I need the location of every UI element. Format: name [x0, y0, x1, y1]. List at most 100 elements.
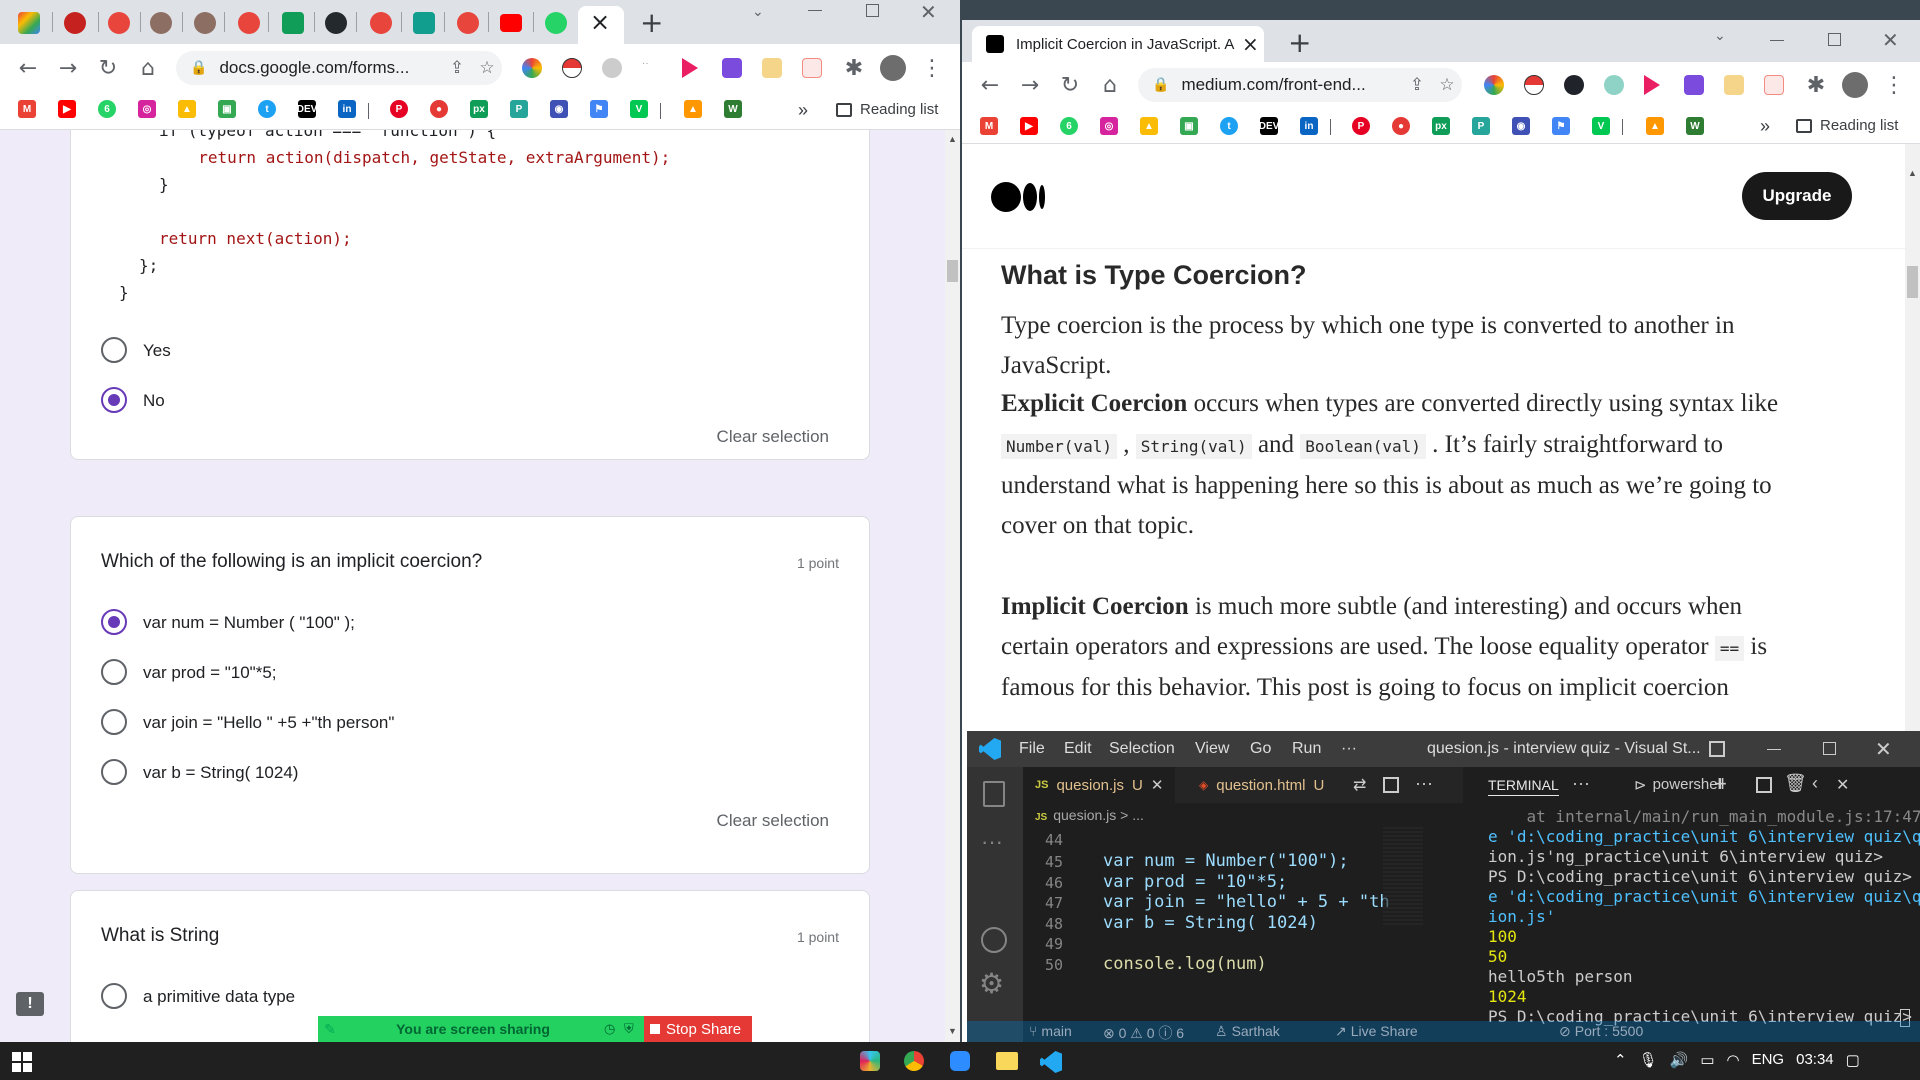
sheets-tab-icon[interactable] — [282, 12, 304, 34]
menu-file[interactable]: File — [1019, 740, 1045, 758]
radio-option[interactable] — [101, 759, 127, 785]
reload-icon[interactable]: ↻ — [1056, 71, 1084, 99]
w-bookmark-icon[interactable]: W — [1686, 117, 1704, 135]
new-terminal-plus-icon[interactable]: + — [1714, 771, 1727, 797]
radio-yes[interactable] — [101, 337, 127, 363]
radio-option[interactable] — [101, 659, 127, 685]
tab-favicon[interactable] — [108, 12, 130, 34]
pma-bookmark-icon[interactable]: ▲ — [1646, 117, 1664, 135]
gear-extension-icon[interactable] — [1604, 75, 1624, 95]
tab-close-icon[interactable]: ✕ — [1151, 776, 1164, 794]
accounts-icon[interactable] — [981, 927, 1007, 953]
editor-area[interactable]: 44 45 46 47 48 49 50 var num = Number("1… — [1023, 827, 1463, 1017]
clear-selection-button[interactable]: Clear selection — [717, 427, 829, 447]
tab-question-html[interactable]: ◈ question.html U — [1187, 767, 1336, 803]
menu-selection[interactable]: Selection — [1109, 740, 1175, 758]
compare-icon[interactable]: ⇄ — [1353, 775, 1366, 795]
tab-favicon[interactable] — [64, 12, 86, 34]
menu-run[interactable]: Run — [1292, 740, 1321, 758]
breadcrumb-text[interactable]: quesion.js > ... — [1053, 807, 1144, 823]
gmail-bookmark-icon[interactable]: M — [980, 117, 998, 135]
px-bookmark-icon[interactable]: px — [1432, 117, 1450, 135]
minimap[interactable] — [1383, 827, 1423, 927]
pinterest-bookmark-icon[interactable]: P — [1352, 117, 1370, 135]
layout-icon[interactable] — [1709, 741, 1725, 757]
bookmark-overflow-chevron[interactable]: » — [1760, 116, 1770, 137]
profile-avatar[interactable] — [1842, 72, 1868, 98]
v-extension-icon[interactable] — [1684, 75, 1704, 95]
status-user[interactable]: ♙ Sarthak — [1215, 1023, 1280, 1040]
dev-bookmark-icon[interactable]: DEV — [297, 100, 317, 118]
split-editor-icon[interactable] — [1383, 777, 1399, 793]
tab-close-icon[interactable]: × — [1242, 32, 1259, 56]
instagram-bookmark-icon[interactable]: ◎ — [138, 100, 156, 118]
new-tab-button[interactable]: + — [640, 6, 663, 39]
scroll-up-arrow[interactable]: ▲ — [1908, 168, 1917, 178]
file-explorer-icon[interactable] — [996, 1052, 1018, 1070]
report-problem-icon[interactable]: ! — [16, 992, 44, 1016]
reading-list-button[interactable]: Reading list — [1796, 117, 1898, 134]
address-bar[interactable]: 🔒 medium.com/front-end... ⇪ ☆ — [1138, 68, 1462, 102]
chart-extension-icon[interactable] — [1724, 75, 1744, 95]
clock-time[interactable]: 03:34 — [1796, 1051, 1834, 1069]
youtube-bookmark-icon[interactable]: ▶ — [58, 100, 76, 118]
chevron-up-icon[interactable]: ⌃ — [1614, 1051, 1627, 1069]
minimize-icon[interactable] — [1770, 40, 1784, 41]
extensions-puzzle-icon[interactable]: ✱ — [840, 54, 868, 82]
tab-favicon[interactable] — [413, 12, 435, 34]
new-tab-button[interactable]: + — [1288, 26, 1311, 59]
scrollbar-thumb[interactable] — [947, 260, 958, 282]
language-indicator[interactable]: ENG — [1752, 1051, 1785, 1069]
status-live-share[interactable]: ↗ Live Share — [1335, 1023, 1418, 1040]
youtube-bookmark-icon[interactable]: ▶ — [1020, 117, 1038, 135]
reload-icon[interactable]: ↻ — [94, 54, 122, 82]
color-extension-icon[interactable] — [1484, 75, 1504, 95]
tab-favicon[interactable] — [194, 12, 216, 34]
gmail-bookmark-icon[interactable]: M — [18, 100, 36, 118]
medium-logo[interactable] — [991, 182, 1047, 212]
color-extension-icon[interactable] — [522, 58, 542, 78]
scroll-down-arrow[interactable]: ▼ — [948, 1026, 957, 1036]
tab-search-chevron-icon[interactable]: ⌄ — [752, 4, 764, 20]
dots-extension-icon[interactable]: ·· — [642, 58, 662, 78]
status-problems[interactable]: ⊗ 0 ⚠ 0 ⓘ 6 — [1103, 1023, 1184, 1042]
url-text[interactable]: docs.google.com/forms... — [219, 58, 442, 78]
instagram-bookmark-icon[interactable]: ◎ — [1100, 117, 1118, 135]
dev-bookmark-icon[interactable]: DEV — [1259, 117, 1279, 135]
play-extension-icon[interactable] — [682, 58, 698, 78]
bot-bookmark-icon[interactable]: ◉ — [550, 100, 568, 118]
w-bookmark-icon[interactable]: W — [724, 100, 742, 118]
reading-list-button[interactable]: Reading list — [836, 101, 938, 118]
forward-arrow-icon[interactable]: → — [1016, 71, 1044, 99]
menu-go[interactable]: Go — [1250, 740, 1271, 758]
linkedin-bookmark-icon[interactable]: in — [338, 100, 356, 118]
extensions-puzzle-icon[interactable]: ✱ — [1802, 71, 1830, 99]
tab-quesion-js[interactable]: JS quesion.js U ✕ — [1023, 767, 1176, 803]
menu-edit[interactable]: Edit — [1064, 740, 1092, 758]
close-panel-icon[interactable]: ✕ — [1836, 775, 1849, 795]
calendar-extension-icon[interactable] — [802, 58, 822, 78]
wifi-icon[interactable]: ◠ — [1727, 1051, 1740, 1069]
pause-icon[interactable]: ◷ — [604, 1021, 624, 1037]
scrollbar-thumb[interactable] — [1907, 266, 1918, 298]
bot-bookmark-icon[interactable]: ◉ — [1512, 117, 1530, 135]
close-icon[interactable]: ✕ — [1875, 737, 1892, 761]
microphone-icon[interactable]: 🎙 — [1639, 1051, 1658, 1069]
back-arrow-icon[interactable]: ← — [14, 54, 42, 82]
linkedin-bookmark-icon[interactable]: in — [1300, 117, 1318, 135]
volume-icon[interactable]: 🔊 — [1670, 1051, 1689, 1069]
menu-view[interactable]: View — [1195, 740, 1229, 758]
github-tab-icon[interactable] — [325, 12, 347, 34]
maximize-icon[interactable] — [1823, 742, 1836, 755]
windows-start-icon[interactable] — [12, 1052, 32, 1072]
pokeball-extension-icon[interactable] — [562, 58, 582, 78]
photos-bookmark-icon[interactable]: ▣ — [1180, 117, 1198, 135]
gear-extension-icon[interactable] — [602, 58, 622, 78]
drive-bookmark-icon[interactable]: ▲ — [1140, 117, 1158, 135]
terminal-panel[interactable]: TERMINAL ··· ⊳ powershell + 🗑 ‹ ✕ at inte… — [1474, 767, 1920, 1042]
shield-icon[interactable]: ⛨ — [624, 1021, 644, 1037]
editor-more-icon[interactable]: ··· — [1415, 773, 1433, 794]
flag-bookmark-icon[interactable]: ⚑ — [1552, 117, 1570, 135]
radio-no[interactable] — [101, 387, 127, 413]
tab-favicon[interactable] — [150, 12, 172, 34]
